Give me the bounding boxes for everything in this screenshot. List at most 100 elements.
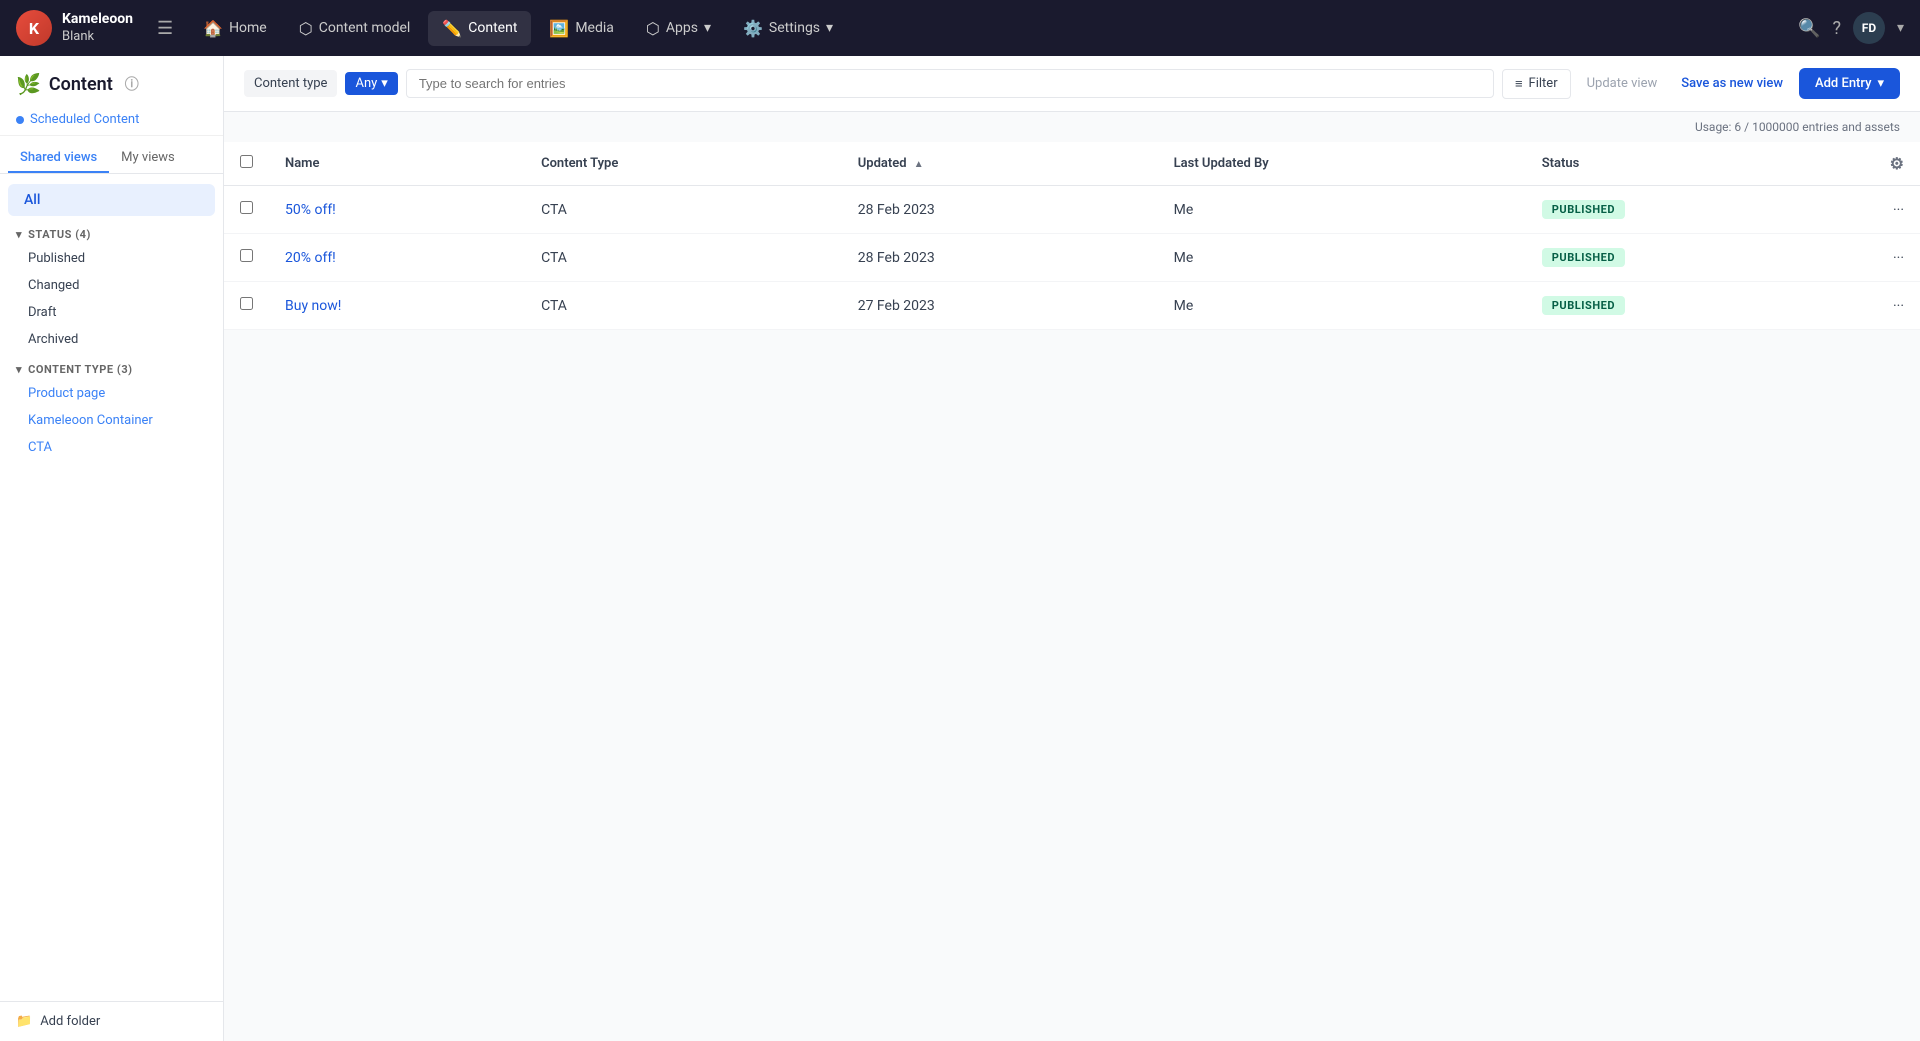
apps-chevron-icon: ▾ [704, 20, 711, 36]
save-view-button[interactable]: Save as new view [1673, 70, 1791, 97]
scheduled-dot-icon [16, 116, 24, 124]
views-tabs: Shared views My views [0, 136, 223, 174]
row-content-type: CTA [525, 234, 842, 282]
search-icon[interactable]: 🔍 [1798, 18, 1820, 39]
header-status: Status [1526, 142, 1860, 186]
row-checkbox-2[interactable] [240, 249, 253, 262]
row-checkbox-3[interactable] [240, 297, 253, 310]
header-content-type: Content Type [525, 142, 842, 186]
row-updated: 28 Feb 2023 [842, 186, 1158, 234]
main-layout: 🌿 Content ⓘ Scheduled Content Shared vie… [0, 56, 1920, 1041]
header-actions-col: ⚙ [1860, 142, 1920, 186]
logo[interactable]: K Kameleoon Blank [16, 10, 133, 46]
update-view-button[interactable]: Update view [1579, 70, 1666, 97]
status-badge: PUBLISHED [1542, 248, 1625, 267]
filter-button[interactable]: ≡ Filter [1502, 69, 1571, 99]
content-type-section-header[interactable]: ▾ CONTENT TYPE (3) [0, 353, 223, 380]
scheduled-content-link[interactable]: Scheduled Content [0, 104, 223, 136]
avatar-chevron-icon: ▾ [1897, 20, 1904, 36]
row-actions-menu[interactable]: ··· [1860, 234, 1920, 282]
any-filter-button[interactable]: Any ▾ [345, 72, 397, 95]
media-icon: 🖼️ [549, 19, 569, 38]
sidebar: 🌿 Content ⓘ Scheduled Content Shared vie… [0, 56, 224, 1041]
content-table: Name Content Type Updated ▲ Last Updated… [224, 142, 1920, 330]
row-updated: 28 Feb 2023 [842, 234, 1158, 282]
sidebar-item-changed[interactable]: Changed [0, 272, 223, 299]
table-row: 50% off! CTA 28 Feb 2023 Me PUBLISHED ··… [224, 186, 1920, 234]
any-chevron-icon: ▾ [381, 76, 388, 91]
hamburger-menu[interactable]: ☰ [157, 18, 173, 39]
content-type-label: Content type [244, 70, 337, 97]
status-section-header[interactable]: ▾ STATUS (4) [0, 218, 223, 245]
sidebar-item-published[interactable]: Published [0, 245, 223, 272]
usage-text: Usage: 6 / 1000000 entries and assets [224, 112, 1920, 142]
content-model-icon: ⬡ [299, 19, 313, 38]
top-navigation: K Kameleoon Blank ☰ 🏠 Home ⬡ Content mod… [0, 0, 1920, 56]
row-checkbox-cell [224, 282, 269, 330]
row-status: PUBLISHED [1526, 186, 1860, 234]
add-folder-icon: 📁 [16, 1014, 32, 1029]
header-last-updated-by: Last Updated By [1158, 142, 1526, 186]
row-status: PUBLISHED [1526, 234, 1860, 282]
row-last-updated-by: Me [1158, 282, 1526, 330]
add-entry-button[interactable]: Add Entry ▾ [1799, 68, 1900, 99]
nav-item-content-model[interactable]: ⬡ Content model [285, 11, 425, 46]
sidebar-item-product-page[interactable]: Product page [0, 380, 223, 407]
search-input[interactable] [406, 69, 1494, 98]
nav-right: 🔍 ? FD ▾ [1798, 12, 1904, 44]
apps-icon: ⬡ [646, 19, 660, 38]
content-icon: ✏️ [442, 19, 462, 38]
nav-item-media[interactable]: 🖼️ Media [535, 11, 627, 46]
sidebar-item-kameleoon-container[interactable]: Kameleoon Container [0, 407, 223, 434]
table-row: Buy now! CTA 27 Feb 2023 Me PUBLISHED ··… [224, 282, 1920, 330]
row-last-updated-by: Me [1158, 234, 1526, 282]
nav-items: 🏠 Home ⬡ Content model ✏️ Content 🖼️ Med… [189, 11, 1790, 46]
nav-item-content[interactable]: ✏️ Content [428, 11, 531, 46]
settings-chevron-icon: ▾ [826, 20, 833, 36]
row-actions-menu[interactable]: ··· [1860, 186, 1920, 234]
header-checkbox-col [224, 142, 269, 186]
updated-sort-icon: ▲ [914, 159, 924, 170]
row-name[interactable]: Buy now! [269, 282, 525, 330]
row-name[interactable]: 50% off! [269, 186, 525, 234]
help-icon[interactable]: ? [1832, 18, 1841, 39]
row-actions-menu[interactable]: ··· [1860, 282, 1920, 330]
header-name: Name [269, 142, 525, 186]
sidebar-title: Content [49, 74, 113, 95]
logo-text: Kameleoon Blank [62, 10, 133, 45]
row-content-type: CTA [525, 186, 842, 234]
sidebar-item-draft[interactable]: Draft [0, 299, 223, 326]
nav-item-apps[interactable]: ⬡ Apps ▾ [632, 11, 725, 46]
row-updated: 27 Feb 2023 [842, 282, 1158, 330]
status-badge: PUBLISHED [1542, 200, 1625, 219]
main-content: Content type Any ▾ ≡ Filter Update view … [224, 56, 1920, 1041]
row-checkbox-1[interactable] [240, 201, 253, 214]
content-type-chevron-icon: ▾ [16, 363, 22, 376]
status-chevron-icon: ▾ [16, 228, 22, 241]
settings-icon: ⚙️ [743, 19, 763, 38]
sidebar-header: 🌿 Content ⓘ [0, 56, 223, 104]
nav-item-home[interactable]: 🏠 Home [189, 11, 281, 46]
sidebar-item-archived[interactable]: Archived [0, 326, 223, 353]
column-settings-icon[interactable]: ⚙ [1890, 154, 1904, 173]
row-checkbox-cell [224, 234, 269, 282]
row-name[interactable]: 20% off! [269, 234, 525, 282]
nav-item-settings[interactable]: ⚙️ Settings ▾ [729, 11, 847, 46]
status-badge: PUBLISHED [1542, 296, 1625, 315]
avatar[interactable]: FD [1853, 12, 1885, 44]
row-status: PUBLISHED [1526, 282, 1860, 330]
select-all-checkbox[interactable] [240, 155, 253, 168]
header-updated[interactable]: Updated ▲ [842, 142, 1158, 186]
sidebar-item-all[interactable]: All [8, 184, 215, 216]
tab-my-views[interactable]: My views [109, 144, 187, 173]
sidebar-help-icon[interactable]: ⓘ [125, 74, 139, 94]
row-last-updated-by: Me [1158, 186, 1526, 234]
home-icon: 🏠 [203, 19, 223, 38]
tab-shared-views[interactable]: Shared views [8, 144, 109, 173]
row-content-type: CTA [525, 282, 842, 330]
add-folder-button[interactable]: 📁 Add folder [0, 1001, 223, 1041]
logo-icon: K [16, 10, 52, 46]
sidebar-item-cta[interactable]: CTA [0, 434, 223, 461]
filter-icon: ≡ [1515, 76, 1523, 92]
table-header-row: Name Content Type Updated ▲ Last Updated… [224, 142, 1920, 186]
